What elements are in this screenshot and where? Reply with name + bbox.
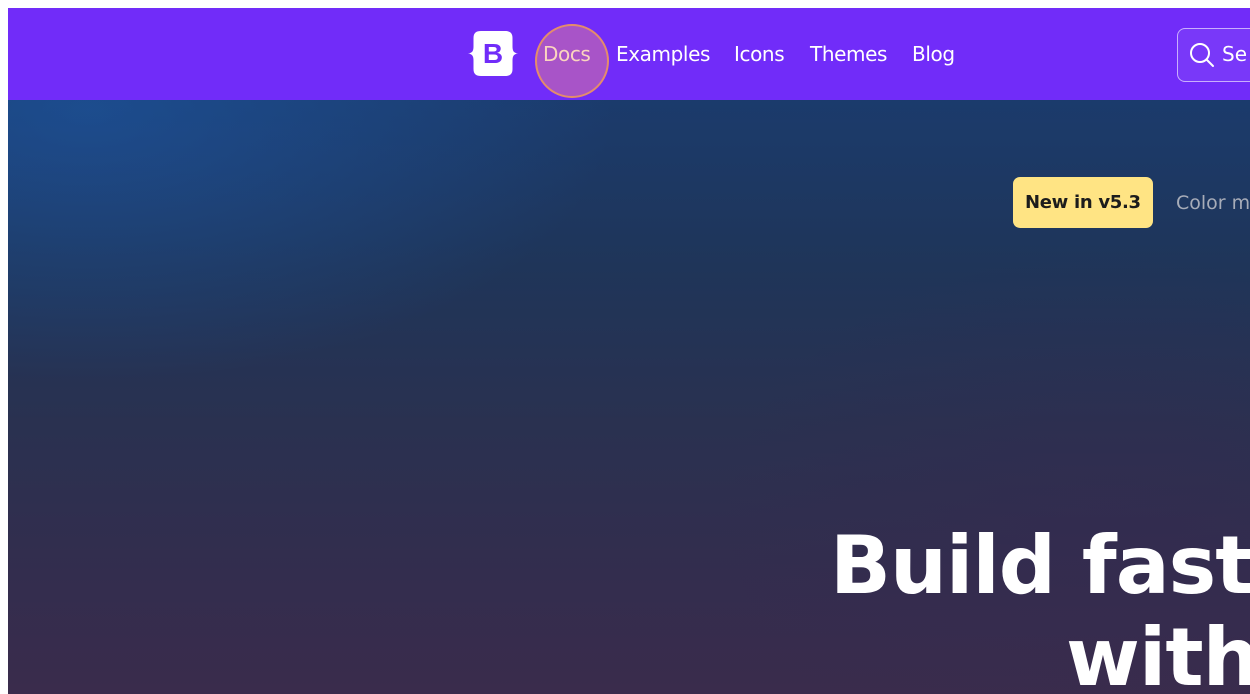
bootstrap-logo-icon[interactable]: B: [464, 30, 522, 77]
badge-description[interactable]: Color m: [1176, 190, 1250, 216]
version-badge[interactable]: New in v5.3: [1013, 177, 1153, 228]
search-label: Se: [1222, 42, 1247, 66]
nav-link-docs[interactable]: Docs: [543, 40, 591, 68]
nav-link-themes[interactable]: Themes: [810, 40, 887, 68]
hero-title: Build fast, with: [830, 520, 1250, 694]
nav-link-blog[interactable]: Blog: [912, 40, 955, 68]
browser-viewport: B Docs Examples Icons Themes Blog Se New…: [8, 8, 1250, 694]
hero-title-line-2: with: [1066, 611, 1250, 694]
search-icon: [1190, 43, 1214, 67]
nav-link-icons[interactable]: Icons: [734, 40, 785, 68]
hero-section: New in v5.3 Color m Build fast, with: [8, 100, 1250, 694]
search-button[interactable]: Se: [1177, 28, 1250, 82]
hero-title-line-1: Build fast,: [830, 519, 1250, 612]
bootstrap-logo-letter: B: [483, 38, 503, 69]
nav-link-examples[interactable]: Examples: [616, 40, 710, 68]
top-navbar: B Docs Examples Icons Themes Blog Se: [8, 8, 1250, 100]
